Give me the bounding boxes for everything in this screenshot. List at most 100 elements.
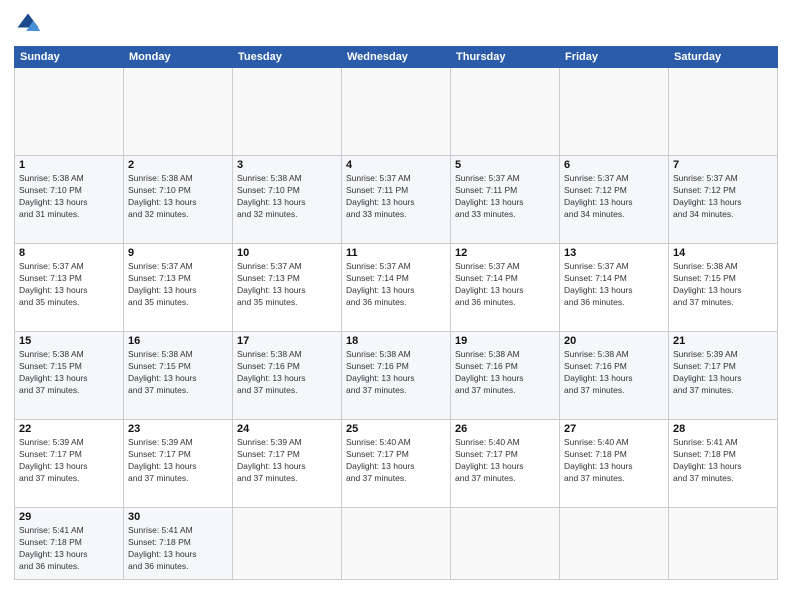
calendar-cell xyxy=(342,508,451,580)
day-info: Sunrise: 5:37 AM Sunset: 7:14 PM Dayligh… xyxy=(455,261,555,309)
day-number: 18 xyxy=(346,335,446,347)
calendar-cell: 3 Sunrise: 5:38 AM Sunset: 7:10 PM Daylig… xyxy=(233,156,342,244)
calendar-cell xyxy=(233,68,342,156)
day-info: Sunrise: 5:37 AM Sunset: 7:12 PM Dayligh… xyxy=(673,173,773,221)
calendar-cell: 23 Sunrise: 5:39 AM Sunset: 7:17 PM Dayli… xyxy=(124,420,233,508)
day-number: 12 xyxy=(455,247,555,259)
day-number: 28 xyxy=(673,423,773,435)
day-info: Sunrise: 5:38 AM Sunset: 7:16 PM Dayligh… xyxy=(455,349,555,397)
day-info: Sunrise: 5:41 AM Sunset: 7:18 PM Dayligh… xyxy=(19,525,119,573)
calendar-cell: 27Sunrise: 5:40 AM Sunset: 7:18 PM Dayli… xyxy=(560,420,669,508)
calendar-cell xyxy=(342,68,451,156)
calendar-cell xyxy=(669,508,778,580)
day-number: 11 xyxy=(346,247,446,259)
calendar-cell: 18 Sunrise: 5:38 AM Sunset: 7:16 PM Dayli… xyxy=(342,332,451,420)
day-info: Sunrise: 5:38 AM Sunset: 7:15 PM Dayligh… xyxy=(673,261,773,309)
calendar-cell: 21Sunrise: 5:39 AM Sunset: 7:17 PM Dayli… xyxy=(669,332,778,420)
day-info: Sunrise: 5:37 AM Sunset: 7:12 PM Dayligh… xyxy=(564,173,664,221)
day-number: 30 xyxy=(128,511,228,523)
calendar-cell: 30 Sunrise: 5:41 AM Sunset: 7:18 PM Dayli… xyxy=(124,508,233,580)
calendar-day-header: Tuesday xyxy=(233,47,342,68)
calendar-cell: 4 Sunrise: 5:37 AM Sunset: 7:11 PM Daylig… xyxy=(342,156,451,244)
day-info: Sunrise: 5:37 AM Sunset: 7:14 PM Dayligh… xyxy=(564,261,664,309)
day-number: 1 xyxy=(19,159,119,171)
day-info: Sunrise: 5:37 AM Sunset: 7:14 PM Dayligh… xyxy=(346,261,446,309)
day-number: 26 xyxy=(455,423,555,435)
calendar-cell: 2 Sunrise: 5:38 AM Sunset: 7:10 PM Daylig… xyxy=(124,156,233,244)
calendar-cell xyxy=(560,68,669,156)
day-number: 6 xyxy=(564,159,664,171)
day-number: 15 xyxy=(19,335,119,347)
day-number: 29 xyxy=(19,511,119,523)
calendar-cell xyxy=(560,508,669,580)
day-number: 10 xyxy=(237,247,337,259)
day-info: Sunrise: 5:39 AM Sunset: 7:17 PM Dayligh… xyxy=(237,437,337,485)
day-number: 22 xyxy=(19,423,119,435)
calendar-cell: 5 Sunrise: 5:37 AM Sunset: 7:11 PM Daylig… xyxy=(451,156,560,244)
calendar-day-header: Wednesday xyxy=(342,47,451,68)
day-number: 7 xyxy=(673,159,773,171)
calendar-cell: 10 Sunrise: 5:37 AM Sunset: 7:13 PM Dayli… xyxy=(233,244,342,332)
day-number: 3 xyxy=(237,159,337,171)
day-info: Sunrise: 5:38 AM Sunset: 7:16 PM Dayligh… xyxy=(237,349,337,397)
calendar-cell: 17 Sunrise: 5:38 AM Sunset: 7:16 PM Dayli… xyxy=(233,332,342,420)
day-info: Sunrise: 5:41 AM Sunset: 7:18 PM Dayligh… xyxy=(673,437,773,485)
calendar-header-row: SundayMondayTuesdayWednesdayThursdayFrid… xyxy=(15,47,778,68)
day-number: 20 xyxy=(564,335,664,347)
day-info: Sunrise: 5:37 AM Sunset: 7:13 PM Dayligh… xyxy=(237,261,337,309)
day-number: 9 xyxy=(128,247,228,259)
calendar-cell: 29 Sunrise: 5:41 AM Sunset: 7:18 PM Dayli… xyxy=(15,508,124,580)
calendar-cell: 22 Sunrise: 5:39 AM Sunset: 7:17 PM Dayli… xyxy=(15,420,124,508)
day-info: Sunrise: 5:39 AM Sunset: 7:17 PM Dayligh… xyxy=(19,437,119,485)
calendar-cell: 9 Sunrise: 5:37 AM Sunset: 7:13 PM Daylig… xyxy=(124,244,233,332)
day-info: Sunrise: 5:37 AM Sunset: 7:13 PM Dayligh… xyxy=(19,261,119,309)
day-number: 16 xyxy=(128,335,228,347)
day-info: Sunrise: 5:37 AM Sunset: 7:11 PM Dayligh… xyxy=(455,173,555,221)
day-number: 13 xyxy=(564,247,664,259)
day-info: Sunrise: 5:38 AM Sunset: 7:10 PM Dayligh… xyxy=(128,173,228,221)
day-info: Sunrise: 5:38 AM Sunset: 7:15 PM Dayligh… xyxy=(19,349,119,397)
day-info: Sunrise: 5:38 AM Sunset: 7:16 PM Dayligh… xyxy=(346,349,446,397)
calendar-cell: 20 Sunrise: 5:38 AM Sunset: 7:16 PM Dayli… xyxy=(560,332,669,420)
calendar-day-header: Monday xyxy=(124,47,233,68)
day-number: 23 xyxy=(128,423,228,435)
calendar-cell xyxy=(669,68,778,156)
calendar-cell xyxy=(124,68,233,156)
calendar-cell: 11 Sunrise: 5:37 AM Sunset: 7:14 PM Dayli… xyxy=(342,244,451,332)
calendar-cell: 19 Sunrise: 5:38 AM Sunset: 7:16 PM Dayli… xyxy=(451,332,560,420)
calendar-cell xyxy=(233,508,342,580)
calendar-cell: 16 Sunrise: 5:38 AM Sunset: 7:15 PM Dayli… xyxy=(124,332,233,420)
calendar-cell: 14Sunrise: 5:38 AM Sunset: 7:15 PM Dayli… xyxy=(669,244,778,332)
calendar-table: SundayMondayTuesdayWednesdayThursdayFrid… xyxy=(14,46,778,580)
day-info: Sunrise: 5:38 AM Sunset: 7:10 PM Dayligh… xyxy=(19,173,119,221)
day-info: Sunrise: 5:37 AM Sunset: 7:11 PM Dayligh… xyxy=(346,173,446,221)
calendar-cell: 6 Sunrise: 5:37 AM Sunset: 7:12 PM Daylig… xyxy=(560,156,669,244)
day-number: 19 xyxy=(455,335,555,347)
calendar-day-header: Friday xyxy=(560,47,669,68)
day-number: 21 xyxy=(673,335,773,347)
day-number: 4 xyxy=(346,159,446,171)
calendar-cell: 26 Sunrise: 5:40 AM Sunset: 7:17 PM Dayli… xyxy=(451,420,560,508)
day-info: Sunrise: 5:37 AM Sunset: 7:13 PM Dayligh… xyxy=(128,261,228,309)
day-number: 2 xyxy=(128,159,228,171)
calendar-day-header: Saturday xyxy=(669,47,778,68)
day-number: 5 xyxy=(455,159,555,171)
day-info: Sunrise: 5:40 AM Sunset: 7:17 PM Dayligh… xyxy=(455,437,555,485)
day-number: 25 xyxy=(346,423,446,435)
calendar-cell: 13 Sunrise: 5:37 AM Sunset: 7:14 PM Dayli… xyxy=(560,244,669,332)
calendar-cell: 7 Sunrise: 5:37 AM Sunset: 7:12 PM Daylig… xyxy=(669,156,778,244)
calendar-cell xyxy=(451,508,560,580)
day-info: Sunrise: 5:38 AM Sunset: 7:16 PM Dayligh… xyxy=(564,349,664,397)
calendar-cell: 12 Sunrise: 5:37 AM Sunset: 7:14 PM Dayli… xyxy=(451,244,560,332)
day-number: 24 xyxy=(237,423,337,435)
page: SundayMondayTuesdayWednesdayThursdayFrid… xyxy=(0,0,792,612)
logo-icon xyxy=(14,10,42,38)
day-info: Sunrise: 5:41 AM Sunset: 7:18 PM Dayligh… xyxy=(128,525,228,573)
day-number: 17 xyxy=(237,335,337,347)
logo xyxy=(14,10,46,38)
day-info: Sunrise: 5:39 AM Sunset: 7:17 PM Dayligh… xyxy=(128,437,228,485)
day-info: Sunrise: 5:38 AM Sunset: 7:10 PM Dayligh… xyxy=(237,173,337,221)
calendar-cell: 8Sunrise: 5:37 AM Sunset: 7:13 PM Daylig… xyxy=(15,244,124,332)
calendar-cell: 15 Sunrise: 5:38 AM Sunset: 7:15 PM Dayli… xyxy=(15,332,124,420)
day-info: Sunrise: 5:38 AM Sunset: 7:15 PM Dayligh… xyxy=(128,349,228,397)
